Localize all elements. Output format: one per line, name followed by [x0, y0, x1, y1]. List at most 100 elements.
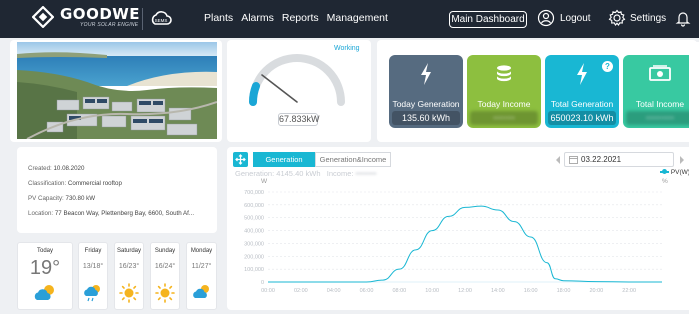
kpi-today-generation[interactable]: Today Generation 135.60 kWh — [389, 55, 463, 128]
lightning-icon — [577, 63, 587, 85]
x-tick-label: 20:00 — [589, 288, 603, 294]
gear-icon[interactable] — [608, 9, 626, 27]
y-tick-label: 600,000 — [244, 203, 264, 209]
x-tick-label: 08:00 — [392, 288, 406, 294]
kpi-label: Total Income — [635, 99, 685, 109]
bell-icon[interactable] — [674, 9, 692, 27]
weather-day: Today — [36, 248, 53, 254]
y-tick-label: 200,000 — [244, 254, 264, 260]
x-tick-label: 12:00 — [458, 288, 472, 294]
chart-legend[interactable]: PV(W) — [660, 169, 690, 176]
main-dashboard-button[interactable]: Main Dashboard — [449, 11, 527, 28]
kpi-label: Today Generation — [392, 99, 460, 109]
selected-date: 03.22.2021 — [581, 155, 622, 164]
goodwe-diamond-icon — [32, 6, 54, 28]
main-nav: Plants Alarms Reports Management — [204, 12, 388, 24]
x-tick-label: 22:00 — [622, 288, 636, 294]
weather-day: Sunday — [154, 248, 176, 254]
y-tick-label: 300,000 — [244, 241, 264, 247]
info-classification: Classification: Commercial rooftop — [28, 180, 122, 187]
weather-day: Saturday — [116, 248, 141, 254]
kpi-value-hidden: ••••••• — [470, 111, 538, 125]
kpi-total-income[interactable]: Total Income ••••••••• — [623, 55, 697, 128]
cloud-sun-icon — [34, 285, 54, 300]
x-tick-label: 06:00 — [360, 288, 374, 294]
user-icon[interactable] — [537, 9, 555, 27]
weather-temp: 16/24° — [154, 263, 176, 270]
kpi-value: 650023.10 kWh — [548, 111, 616, 125]
goodwe-logo[interactable]: GOODWE YOUR SOLAR ENGINE — [32, 6, 140, 28]
info-capacity: PV Capacity: 730.80 kW — [28, 195, 96, 202]
legend-swatch — [660, 169, 669, 175]
weather-friday: Friday 13/18° — [78, 242, 108, 310]
gauge-status: Working — [334, 45, 360, 52]
banknote-icon — [649, 65, 671, 81]
nav-plants[interactable]: Plants — [204, 12, 233, 24]
weather-day: Friday — [84, 248, 102, 254]
lightning-icon — [421, 63, 431, 85]
y-tick-label: 0 — [261, 280, 264, 286]
y-tick-label: 400,000 — [244, 229, 264, 235]
income-summary-value: •••••••• — [355, 169, 377, 178]
y-tick-label: 100,000 — [244, 267, 264, 273]
income-summary-label: Income: — [326, 169, 354, 178]
logout-link[interactable]: Logout — [560, 13, 591, 24]
window-edge — [689, 42, 699, 314]
brand-tagline: YOUR SOLAR ENGINE — [80, 22, 139, 28]
sems-label: SEMS — [155, 18, 168, 23]
sems-cloud-icon[interactable]: SEMS — [148, 6, 174, 32]
generation-line-chart: 0 100,000 200,000 300,000 400,000 500,000 600,… — [244, 190, 662, 294]
nav-management[interactable]: Management — [327, 12, 388, 24]
header-divider — [142, 8, 143, 30]
weather-temp: 19° — [29, 257, 61, 279]
date-picker[interactable]: 03.22.2021 — [564, 152, 674, 167]
kpi-value: 135.60 kWh — [392, 111, 460, 125]
settings-link[interactable]: Settings — [630, 13, 666, 24]
nav-alarms[interactable]: Alarms — [241, 12, 274, 24]
y-axis-unit: W — [261, 178, 268, 185]
x-tick-label: 14:00 — [491, 288, 505, 294]
legend-label: PV(W) — [670, 169, 690, 176]
weather-temp: 11/27° — [191, 263, 212, 270]
weather-day: Monday — [190, 248, 213, 254]
chart-summary: Generation: 4145.40 kWh Income: •••••••• — [235, 169, 377, 178]
x-tick-label: 02:00 — [294, 288, 308, 294]
kpi-value-hidden: ••••••••• — [626, 111, 694, 125]
gauge-value: 67.833kW — [278, 113, 320, 126]
nav-reports[interactable]: Reports — [282, 12, 319, 24]
plant-aerial-photo — [17, 42, 217, 139]
top-navigation-bar: GOODWE YOUR SOLAR ENGINE SEMS Plants Ala… — [0, 0, 699, 38]
y2-axis-unit: % — [662, 178, 668, 185]
generation-summary-label: Generation: — [235, 169, 275, 178]
plant-info-card — [17, 147, 217, 233]
weather-sunday: Sunday 16/24° — [150, 242, 180, 310]
sun-cloud-rain-icon — [84, 285, 100, 302]
info-created: Created: 10.08.2020 — [28, 165, 85, 172]
expand-button[interactable] — [233, 152, 248, 167]
info-location: Location: 77 Beacon Way, Plettenberg Bay… — [28, 210, 195, 217]
tab-generation-income[interactable]: Generation&Income — [315, 152, 391, 167]
weather-saturday: Saturday 16/23° — [114, 242, 144, 310]
y-tick-label: 700,000 — [244, 190, 264, 196]
x-tick-label: 04:00 — [327, 288, 341, 294]
x-tick-label: 18:00 — [557, 288, 571, 294]
x-tick-label: 16:00 — [524, 288, 538, 294]
move-icon — [235, 154, 246, 165]
chevron-right-icon[interactable] — [678, 155, 686, 165]
x-tick-label: 00:00 — [261, 288, 275, 294]
y-tick-label: 500,000 — [244, 216, 264, 222]
generation-summary-value: 4145.40 kWh — [276, 169, 321, 178]
chevron-left-icon[interactable] — [554, 155, 562, 165]
coins-icon — [497, 65, 511, 82]
brand-name: GOODWE — [60, 5, 141, 23]
sun-icon — [119, 283, 139, 303]
kpi-today-income[interactable]: Today Income ••••••• — [467, 55, 541, 128]
power-gauge — [248, 54, 345, 106]
kpi-label: Today Income — [477, 99, 531, 109]
kpi-total-generation[interactable]: ? Total Generation 650023.10 kWh — [545, 55, 619, 128]
weather-today: Today 19° — [17, 242, 73, 310]
tab-generation[interactable]: Generation — [253, 152, 315, 167]
calendar-icon — [569, 156, 578, 164]
cloud-sun-icon — [192, 285, 209, 298]
x-tick-label: 10:00 — [425, 288, 439, 294]
